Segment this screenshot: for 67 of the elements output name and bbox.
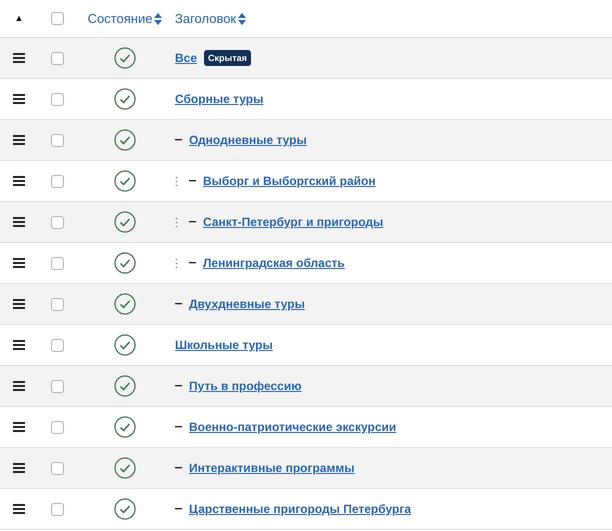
drag-handle-icon <box>13 422 25 432</box>
column-header[interactable]: Заголовок <box>175 11 236 26</box>
row-checkbox[interactable] <box>50 134 64 146</box>
row-checkbox[interactable] <box>50 216 64 228</box>
dots-icon <box>175 258 178 268</box>
published-check-icon[interactable] <box>114 129 136 151</box>
row-checkbox[interactable] <box>50 298 64 310</box>
row-checkbox[interactable] <box>50 420 64 434</box>
row-checkbox[interactable] <box>50 462 64 474</box>
drag-handle-icon <box>13 176 25 186</box>
sort-arrow[interactable]: ▲ <box>14 14 24 23</box>
row-checkbox[interactable] <box>50 174 64 188</box>
published-check-icon[interactable] <box>114 211 136 233</box>
sort-icon[interactable] <box>238 12 246 24</box>
column-header[interactable]: Состояние <box>88 11 152 26</box>
dash-icon <box>175 467 182 469</box>
select-all-checkbox[interactable] <box>50 12 64 25</box>
published-check-icon[interactable] <box>114 88 136 110</box>
dash-icon <box>175 303 182 305</box>
row-checkbox[interactable] <box>50 92 64 106</box>
drag-handle-icon <box>13 53 25 63</box>
drag-handle-icon <box>13 340 25 350</box>
drag-handle-icon <box>13 135 25 145</box>
drag-handle-icon <box>13 381 25 391</box>
published-check-icon[interactable] <box>114 498 136 520</box>
drag-handle-icon <box>13 258 25 268</box>
title-link[interactable]: Военно-патриотические экскурсии <box>189 420 396 434</box>
published-check-icon[interactable] <box>114 170 136 192</box>
title-link[interactable]: Все <box>175 51 198 65</box>
row-checkbox[interactable] <box>50 338 64 352</box>
drag-handle-icon <box>13 504 25 514</box>
title-link[interactable]: Интерактивные программы <box>189 461 354 475</box>
sort-icon[interactable] <box>154 12 162 24</box>
published-check-icon[interactable] <box>114 334 136 356</box>
dash-icon <box>175 385 182 387</box>
title-link[interactable]: Путь в профессию <box>189 379 302 393</box>
title-link[interactable]: Однодневные туры <box>189 133 307 147</box>
dash-icon <box>189 221 196 223</box>
published-check-icon[interactable] <box>114 252 136 274</box>
published-check-icon[interactable] <box>114 375 136 397</box>
title-link[interactable]: Сборные туры <box>175 92 264 106</box>
row-checkbox[interactable] <box>50 502 64 516</box>
drag-handle-icon <box>13 94 25 104</box>
dash-icon <box>189 262 196 264</box>
dash-icon <box>189 180 196 182</box>
published-check-icon[interactable] <box>114 293 136 315</box>
dots-icon <box>175 216 178 228</box>
published-check-icon[interactable] <box>114 457 136 479</box>
drag-handle-icon <box>13 463 25 473</box>
published-check-icon[interactable] <box>114 416 136 438</box>
title-link[interactable]: Царственные пригороды Петербурга <box>189 502 412 516</box>
title-link[interactable]: Ленинградская область <box>203 256 345 270</box>
row-checkbox[interactable] <box>50 52 64 64</box>
drag-handle-icon <box>13 217 25 227</box>
dash-icon <box>175 139 182 141</box>
title-link[interactable]: Школьные туры <box>175 338 273 352</box>
dots-icon <box>175 176 178 186</box>
title-link[interactable]: Выборг и Выборгский район <box>203 174 376 188</box>
title-link[interactable]: Санкт-Петербург и пригороды <box>203 215 384 229</box>
title-link[interactable]: Двухдневные туры <box>189 297 305 311</box>
drag-handle-icon <box>13 299 25 309</box>
row-checkbox[interactable] <box>50 256 64 270</box>
status-badge: Скрытая <box>204 50 251 66</box>
published-check-icon[interactable] <box>114 47 136 69</box>
dash-icon <box>175 508 182 510</box>
dash-icon <box>175 426 182 428</box>
row-checkbox[interactable] <box>50 380 64 392</box>
